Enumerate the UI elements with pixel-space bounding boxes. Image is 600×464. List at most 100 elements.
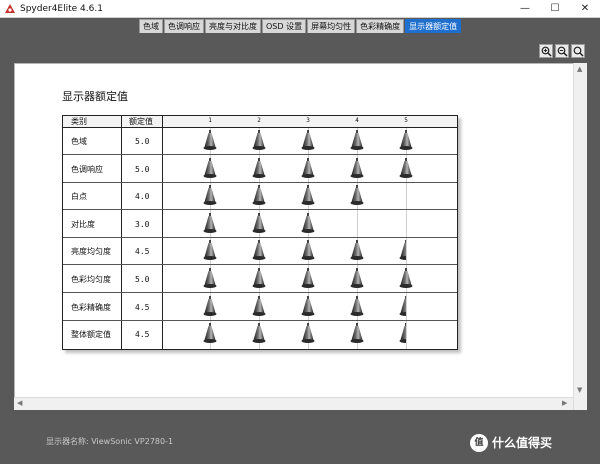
rating-cone-icon	[399, 157, 413, 180]
rating-half-cone-icon	[399, 295, 406, 318]
rating-cone-icon	[252, 185, 266, 207]
category-label: 亮度均匀度	[71, 247, 111, 257]
watermark-text: 什么值得买	[492, 436, 553, 450]
rating-cone-icon	[350, 268, 364, 290]
table-row: 色彩均匀度 5.0	[63, 266, 457, 293]
horizontal-scrollbar[interactable]: ◀ ▶	[14, 397, 573, 410]
rating-cone-icon	[203, 212, 217, 235]
table-row: 色域 5.0	[63, 128, 457, 155]
rating-cone-icon	[252, 130, 266, 152]
watermark-logo: 值	[470, 434, 488, 452]
scroll-right-arrow-icon[interactable]: ▶	[562, 399, 567, 407]
rating-cone-icon	[203, 295, 217, 318]
rating-cone-icon	[399, 268, 413, 290]
scale-label: 4	[355, 117, 359, 124]
rating-cone-icon	[203, 323, 217, 345]
scale-label: 5	[404, 117, 408, 124]
rating-cone-icon	[350, 240, 364, 262]
table-row: 色调响应 5.0	[63, 156, 457, 183]
rating-half-cone-icon	[399, 240, 406, 262]
rating-cone-icon	[350, 323, 364, 345]
minimize-button[interactable]: —	[510, 0, 540, 18]
rating-cone-icon	[252, 240, 266, 262]
score-value: 4.5	[135, 330, 150, 340]
score-value: 4.0	[135, 192, 150, 202]
rating-cone-icon	[252, 268, 266, 290]
window-title: Spyder4Elite 4.6.1	[20, 4, 103, 14]
rating-cone-icon	[301, 185, 315, 207]
table-row: 整体额定值 4.5	[63, 321, 457, 348]
display-name-label: 显示器名称: ViewSonic VP2780-1	[46, 437, 174, 446]
rating-cone-icon	[252, 157, 266, 180]
maximize-button[interactable]: ☐	[540, 0, 570, 18]
zoom-fit-icon	[573, 46, 584, 57]
rating-cone-icon	[203, 157, 217, 180]
category-label: 色彩精确度	[71, 302, 111, 312]
score-value: 4.5	[135, 302, 150, 312]
rating-cone-icon	[203, 130, 217, 152]
table-row: 对比度 3.0	[63, 211, 457, 238]
vertical-scrollbar[interactable]: ▲ ▼	[573, 63, 587, 410]
rating-cone-icon	[301, 157, 315, 180]
title-bar: Spyder4Elite 4.6.1 — ☐ ✕	[0, 0, 600, 18]
rating-table: 类别 额定值 1 2 3 4 5 色域 5.0 色调响应 5.0 白点 4.0 对比度 3.0 亮度均匀…	[62, 115, 458, 350]
tab-strip: 色域 色调响应 亮度与对比度 OSD 设置 屏幕均匀性 色彩精确度 显示器额定值	[139, 19, 462, 33]
tab-color-accuracy[interactable]: 色彩精确度	[356, 19, 405, 33]
category-label: 白点	[71, 192, 87, 202]
table-row: 白点 4.0	[63, 183, 457, 211]
zoom-in-icon	[541, 46, 552, 57]
rating-half-cone-icon	[399, 323, 406, 345]
rating-cone-icon	[252, 323, 266, 345]
score-value: 3.0	[135, 219, 150, 229]
category-label: 整体额定值	[71, 330, 111, 340]
scale-label: 2	[257, 117, 261, 124]
zoom-out-icon	[557, 46, 568, 57]
rating-cone-icon	[203, 185, 217, 207]
rating-cone-icon	[301, 268, 315, 290]
zoom-in-button[interactable]	[539, 44, 553, 58]
score-value: 5.0	[135, 164, 150, 174]
rating-cone-icon	[399, 130, 413, 152]
tab-display-rating[interactable]: 显示器额定值	[405, 19, 462, 33]
table-header: 类别 额定值 1 2 3 4 5	[63, 116, 457, 128]
rating-cone-icon	[350, 185, 364, 207]
score-value: 5.0	[135, 137, 150, 146]
rating-cone-icon	[301, 212, 315, 235]
tab-brightness-contrast[interactable]: 亮度与对比度	[205, 19, 261, 33]
category-label: 色域	[71, 137, 87, 146]
rating-cone-icon	[203, 268, 217, 290]
table-row: 色彩精确度 4.5	[63, 294, 457, 321]
rating-cone-icon	[350, 157, 364, 180]
scroll-up-arrow-icon[interactable]: ▲	[577, 65, 582, 73]
category-label: 色彩均匀度	[71, 275, 111, 284]
scroll-down-arrow-icon[interactable]: ▼	[577, 386, 582, 394]
scroll-left-arrow-icon[interactable]: ◀	[17, 399, 22, 407]
tab-gamut[interactable]: 色域	[139, 19, 163, 33]
score-value: 5.0	[135, 275, 150, 284]
zoom-out-button[interactable]	[555, 44, 569, 58]
category-label: 色调响应	[71, 164, 103, 174]
report-title: 显示器额定值	[62, 90, 128, 103]
table-row: 亮度均匀度 4.5	[63, 238, 457, 266]
rating-cone-icon	[252, 212, 266, 235]
rating-cone-icon	[252, 295, 266, 318]
score-value: 4.5	[135, 247, 150, 257]
rating-cone-icon	[301, 323, 315, 345]
category-label: 对比度	[71, 219, 95, 229]
header-score: 额定值	[129, 117, 153, 126]
header-category: 类别	[71, 117, 87, 126]
tab-tone-response[interactable]: 色调响应	[164, 19, 204, 33]
rating-cone-icon	[203, 240, 217, 262]
close-button[interactable]: ✕	[570, 0, 600, 18]
app-logo-icon	[5, 4, 15, 13]
tab-screen-uniformity[interactable]: 屏幕均匀性	[307, 19, 356, 33]
rating-cone-icon	[301, 240, 315, 262]
scale-label: 3	[306, 117, 310, 124]
rating-cone-icon	[301, 130, 315, 152]
zoom-fit-button[interactable]	[571, 44, 585, 58]
watermark: 值 什么值得买	[470, 432, 598, 454]
rating-cone-icon	[350, 130, 364, 152]
tab-osd-settings[interactable]: OSD 设置	[262, 19, 307, 33]
rating-cone-icon	[350, 295, 364, 318]
rating-cone-icon	[301, 295, 315, 318]
